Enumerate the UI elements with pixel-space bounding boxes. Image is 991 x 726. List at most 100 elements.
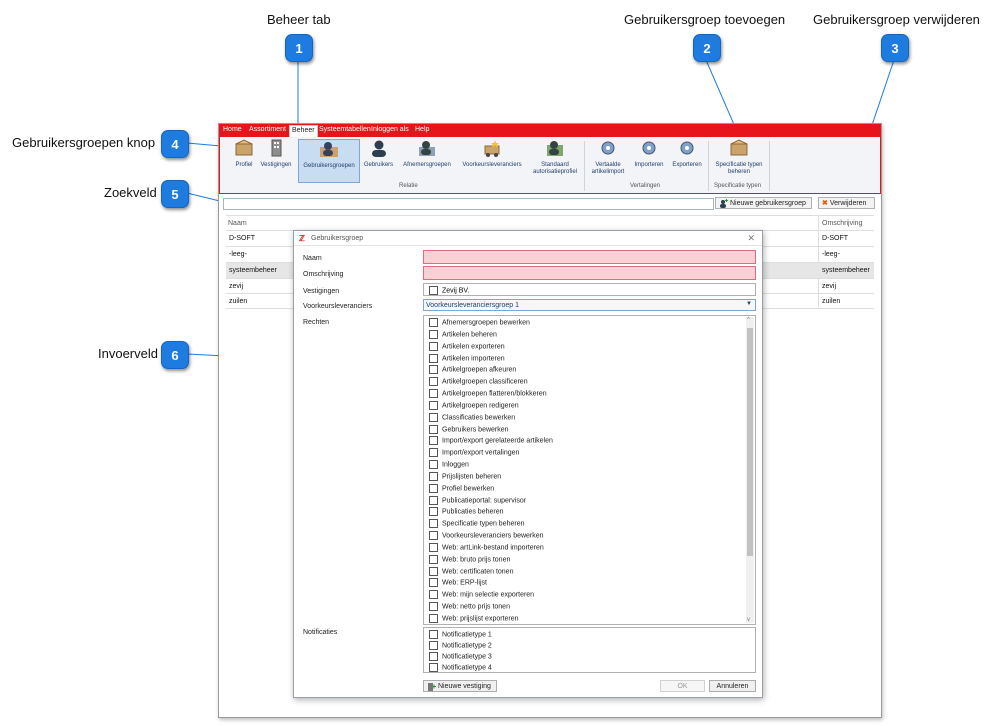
list-item[interactable]: Publicaties beheren: [429, 507, 504, 516]
box-icon: [235, 139, 253, 156]
list-item[interactable]: Import/export gerelateerde artikelen: [429, 436, 553, 445]
table-row-name[interactable]: D-SOFT: [229, 231, 255, 246]
list-item[interactable]: Artikelgroepen classificeren: [429, 377, 528, 386]
scroll-up-icon[interactable]: ^: [747, 317, 750, 323]
list-item[interactable]: Artikelen exporteren: [429, 342, 505, 351]
group-label-relatie: Relatie: [399, 183, 418, 189]
scroll-down-icon[interactable]: v: [747, 617, 750, 623]
menu-home[interactable]: Home: [223, 126, 242, 133]
callout-badge-1: 1: [285, 34, 313, 62]
list-item[interactable]: Notificatietype 1: [429, 630, 492, 639]
delete-user-group-button[interactable]: ✖ Verwijderen: [818, 197, 875, 209]
list-item[interactable]: Web: bruto prijs tonen: [429, 555, 510, 564]
group-label-specificatie-typen: Specificatie typen: [714, 183, 762, 189]
search-input[interactable]: [223, 198, 714, 210]
list-item[interactable]: Notificatietype 3: [429, 652, 492, 661]
rechten-list: Afnemersgroepen bewerken Artikelen beher…: [423, 315, 756, 625]
ok-button[interactable]: OK: [660, 680, 705, 692]
callout-label-5: Zoekveld: [104, 185, 157, 200]
callout-badge-5: 5: [161, 180, 189, 208]
list-item[interactable]: Afnemersgroepen bewerken: [429, 318, 530, 327]
table-row-desc[interactable]: zevij: [822, 279, 836, 294]
list-item[interactable]: Notificatietype 2: [429, 641, 492, 650]
list-item[interactable]: Web: mijn selectie exporteren: [429, 590, 534, 599]
cancel-button[interactable]: Annuleren: [709, 680, 756, 692]
list-item[interactable]: Specificatie typen beheren: [429, 519, 525, 528]
table-row-desc[interactable]: -leeg-: [822, 247, 840, 262]
ribbon-gebruikers-button[interactable]: Gebruikers: [362, 139, 395, 169]
new-vestiging-button[interactable]: Nieuwe vestiging: [423, 680, 497, 692]
list-item[interactable]: Classificaties bewerken: [429, 413, 515, 422]
table-row-name[interactable]: zevij: [229, 279, 243, 294]
notificaties-list: Notificatietype 1 Notificatietype 2 Noti…: [423, 627, 756, 673]
omschrijving-field[interactable]: [423, 266, 756, 280]
menu-systeemtabellen[interactable]: Systeemtabellen: [319, 126, 371, 133]
list-item[interactable]: Profiel bewerken: [429, 484, 494, 493]
table-row-name[interactable]: zuilen: [229, 294, 247, 309]
table-row-name[interactable]: systeembeheer: [229, 263, 277, 278]
menu-assortiment[interactable]: Assortiment: [249, 126, 286, 133]
ribbon-exporteren-button[interactable]: Exporteren: [670, 139, 704, 169]
ribbon-profiel-button[interactable]: Profiel: [232, 139, 256, 169]
callout-badge-2: 2: [693, 34, 721, 62]
list-item[interactable]: Publicatieportal: supervisor: [429, 496, 526, 505]
menu-inloggen-als[interactable]: Inloggen als: [371, 126, 409, 133]
list-item[interactable]: Artikelgroepen flatteren/blokkeren: [429, 389, 547, 398]
voorkeursleveranciers-select[interactable]: Voorkeursleveranciersgroep 1 ▼: [423, 299, 756, 311]
list-item[interactable]: Artikelgroepen afkeuren: [429, 365, 516, 374]
ribbon-separator: [584, 141, 585, 191]
callout-label-4: Gebruikersgroepen knop: [12, 135, 156, 150]
omschrijving-label: Omschrijving: [303, 271, 344, 278]
list-item[interactable]: Notificatietype 4: [429, 663, 492, 672]
callout-badge-3: 3: [881, 34, 909, 62]
list-item[interactable]: Import/export vertalingen: [429, 448, 519, 457]
ribbon-gebruikersgroepen-button[interactable]: Gebruikersgroepen: [298, 139, 360, 183]
list-item[interactable]: Web: netto prijs tonen: [429, 602, 510, 611]
list-item[interactable]: Inloggen: [429, 460, 469, 469]
list-item[interactable]: Prijslijsten beheren: [429, 472, 501, 481]
list-item[interactable]: Web: artLink-bestand importeren: [429, 543, 544, 552]
list-item[interactable]: Artikelen beheren: [429, 330, 497, 339]
list-item[interactable]: Artikelen importeren: [429, 354, 505, 363]
tab-beheer[interactable]: Beheer: [289, 125, 318, 137]
list-item[interactable]: Gebruikers bewerken: [429, 425, 509, 434]
ribbon-separator: [708, 141, 709, 191]
ribbon-specificatie-typen-button[interactable]: Specificatie typen beheren: [712, 139, 766, 176]
list-item[interactable]: Web: ERP-lijst: [429, 578, 487, 587]
menu-help[interactable]: Help: [415, 126, 429, 133]
dialog-title: Gebruikersgroep: [311, 235, 364, 242]
rechten-scrollbar[interactable]: ^ v: [746, 317, 754, 623]
close-icon[interactable]: ✕: [747, 233, 755, 244]
customer-group-icon: [419, 141, 435, 156]
ribbon-voorkeursleveranciers-button[interactable]: Voorkeursleveranciers: [459, 139, 525, 169]
user-group-icon: [320, 142, 338, 157]
vestiging-checkbox[interactable]: [429, 286, 438, 295]
grid-divider: [226, 215, 874, 216]
supplier-icon: [484, 140, 500, 157]
list-item[interactable]: Web: prijslijst exporteren: [429, 614, 519, 623]
list-item[interactable]: Voorkeursleveranciers bewerken: [429, 531, 544, 540]
add-user-group-button[interactable]: Nieuwe gebruikersgroep: [715, 197, 812, 209]
list-item[interactable]: Artikelgroepen redigeren: [429, 401, 519, 410]
ribbon-importeren-button[interactable]: Importeren: [631, 139, 667, 169]
new-branch-icon: [428, 682, 436, 691]
ribbon-vertaalde-artikelimport-button[interactable]: Vertaalde artikelimport: [588, 139, 628, 176]
translate-gear-icon: [601, 141, 615, 155]
column-header-omschrijving[interactable]: Omschrijving: [822, 220, 862, 227]
delete-icon: ✖: [822, 200, 828, 207]
scrollbar-thumb[interactable]: [747, 328, 753, 556]
table-row-name[interactable]: -leeg-: [229, 247, 247, 262]
import-gear-icon: [642, 141, 656, 155]
ribbon-standaard-autorisatieprofiel-button[interactable]: Standaard autorisatieprofiel: [528, 139, 582, 176]
naam-field[interactable]: [423, 250, 756, 264]
table-row-desc[interactable]: zuilen: [822, 294, 840, 309]
dialog-title-divider: [294, 245, 762, 246]
column-header-naam[interactable]: Naam: [228, 220, 247, 227]
add-user-icon: [720, 198, 728, 208]
ribbon-separator: [769, 141, 770, 191]
table-row-desc[interactable]: D-SOFT: [822, 231, 848, 246]
ribbon-afnemersgroepen-button[interactable]: Afnemersgroepen: [399, 139, 455, 169]
list-item[interactable]: Web: certificaten tonen: [429, 567, 513, 576]
ribbon-vestigingen-button[interactable]: Vestigingen: [259, 139, 293, 169]
table-row-desc[interactable]: systeembeheer: [822, 263, 870, 278]
